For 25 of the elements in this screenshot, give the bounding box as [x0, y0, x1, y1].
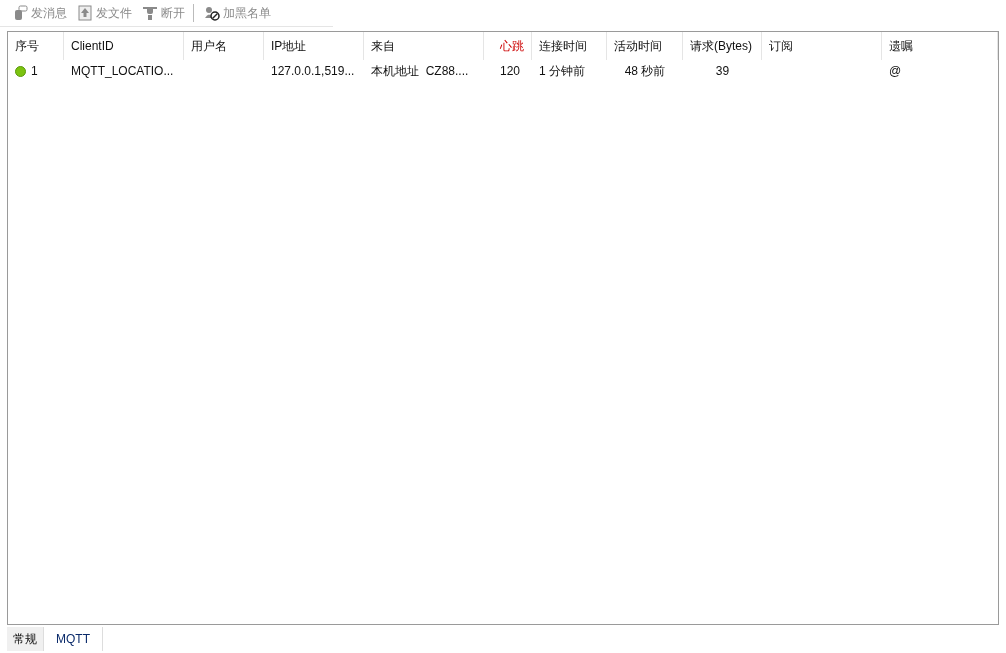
user-block-icon — [204, 5, 220, 21]
plug-icon — [142, 5, 158, 21]
column-header[interactable]: 心跳 — [484, 32, 532, 60]
table-cell-text: 120 — [499, 63, 520, 80]
column-header[interactable]: 来自 — [364, 32, 484, 60]
column-header[interactable]: 连接时间 — [532, 32, 607, 60]
table-cell-text: 48 秒前 — [624, 63, 666, 80]
column-header[interactable]: 用户名 — [184, 32, 264, 60]
table-cell-text: 1 分钟前 — [539, 63, 585, 80]
column-header[interactable]: 序号 — [8, 32, 64, 60]
column-header[interactable]: 订阅 — [762, 32, 882, 60]
table-cell-text: @ — [889, 63, 902, 80]
upload-icon — [77, 5, 93, 21]
column-header[interactable]: 遗嘱 — [882, 32, 998, 60]
bottle-icon — [12, 5, 28, 21]
table-cell-text: 127.0.0.1,519... — [271, 63, 355, 80]
tab[interactable]: 常规 — [7, 627, 44, 651]
table-cell-text: 1 — [31, 63, 38, 80]
column-header[interactable]: ClientID — [64, 32, 184, 60]
column-header[interactable]: IP地址 — [264, 32, 364, 60]
table-cell-text: 本机地址 CZ88.... — [371, 63, 469, 80]
table-cell-text: 39 — [715, 63, 730, 80]
column-header[interactable]: 请求(Bytes) — [683, 32, 762, 60]
table-cell-text: MQTT_LOCATIO... — [71, 63, 174, 80]
column-header[interactable]: 活动时间 — [607, 32, 683, 60]
